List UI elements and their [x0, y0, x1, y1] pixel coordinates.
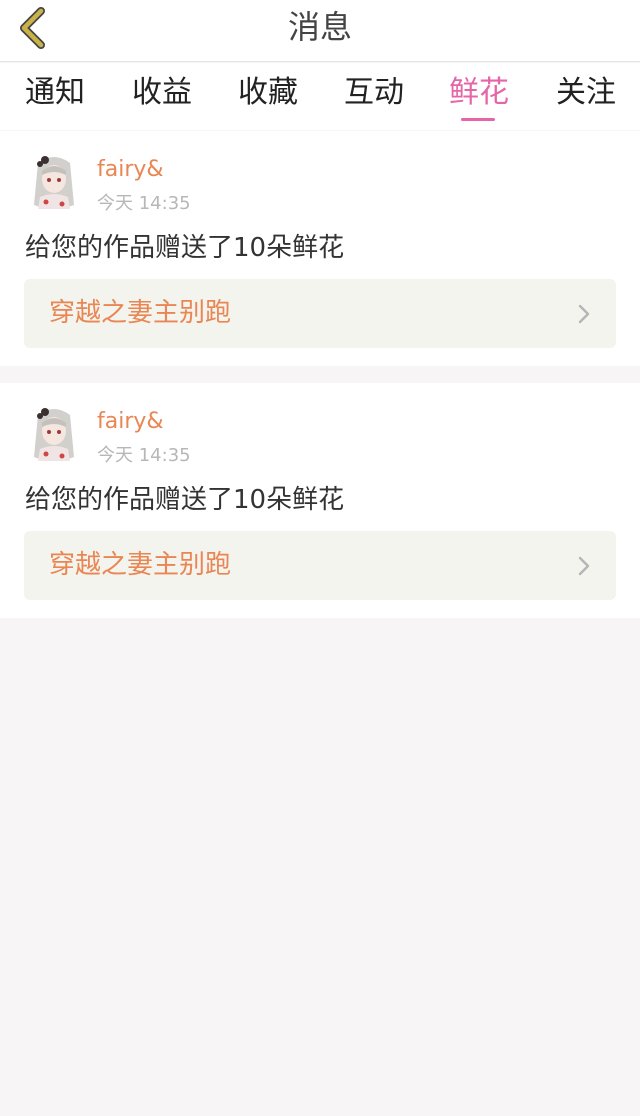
message-text: 给您的作品赠送了10朵鲜花 [25, 485, 345, 515]
message-timestamp: 今天 14:35 [97, 445, 191, 466]
anime-girl-avatar-icon [34, 156, 74, 209]
sender-username[interactable]: fairy& [97, 157, 164, 182]
message-card: fairy& 今天 14:35 给您的作品赠送了10朵鲜花 穿越之妻主别跑 [0, 383, 640, 618]
message-card: fairy& 今天 14:35 给您的作品赠送了10朵鲜花 穿越之妻主别跑 [0, 131, 640, 366]
top-bar: 消息 [0, 0, 640, 62]
message-timestamp: 今天 14:35 [97, 193, 191, 214]
book-title: 穿越之妻主别跑 [49, 298, 232, 328]
book-link[interactable]: 穿越之妻主别跑 [24, 279, 616, 348]
chevron-right-icon [578, 304, 590, 324]
anime-girl-avatar-icon [34, 408, 74, 461]
chevron-right-icon [578, 556, 590, 576]
message-text: 给您的作品赠送了10朵鲜花 [25, 233, 345, 263]
tab-follows[interactable]: 关注 [556, 63, 616, 125]
avatar[interactable] [28, 153, 80, 213]
tab-interactions[interactable]: 互动 [344, 63, 404, 125]
tab-notifications[interactable]: 通知 [25, 63, 85, 125]
book-title: 穿越之妻主别跑 [49, 550, 232, 580]
active-tab-indicator [461, 118, 495, 121]
tab-favorites[interactable]: 收藏 [238, 63, 298, 125]
tab-bar: 通知 收益 收藏 互动 鲜花 关注 [0, 63, 640, 130]
sender-username[interactable]: fairy& [97, 409, 164, 434]
page-title: 消息 [287, 8, 352, 46]
book-link[interactable]: 穿越之妻主别跑 [24, 531, 616, 600]
tab-flowers[interactable]: 鲜花 [449, 63, 509, 125]
avatar[interactable] [28, 405, 80, 465]
tab-earnings[interactable]: 收益 [132, 63, 192, 125]
